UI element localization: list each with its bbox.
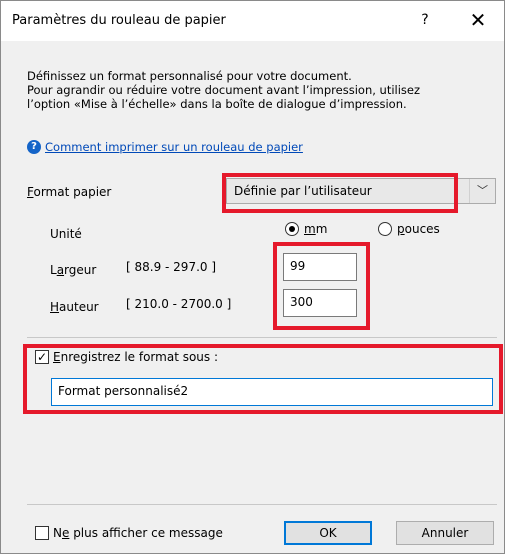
unit-inches-label[interactable]: pouces [397, 222, 440, 236]
width-label: Largeur [50, 263, 97, 277]
check-icon: ✓ [36, 350, 48, 364]
dont-show-again-label[interactable]: Ne plus afficher ce message [53, 526, 223, 540]
width-input[interactable]: 99 [283, 253, 357, 281]
paper-format-label: Format papier [27, 185, 112, 199]
save-format-checkbox[interactable]: ✓ [35, 350, 49, 364]
unit-label: Unité [50, 227, 82, 241]
question-circle-icon: ? [27, 140, 41, 154]
chevron-down-icon[interactable]: ﹀ [469, 179, 495, 203]
close-icon: ✕ [469, 8, 487, 32]
format-name-input[interactable]: Format personnalisé2 [51, 378, 493, 406]
help-link-text[interactable]: Comment imprimer sur un rouleau de papie… [45, 140, 303, 154]
unit-mm-radio[interactable] [285, 222, 299, 236]
separator [27, 337, 497, 338]
dialog-title: Paramètres du rouleau de papier [12, 13, 226, 28]
help-icon: ? [421, 12, 429, 28]
width-range: [ 88.9 - 297.0 ] [126, 260, 217, 274]
unit-mm-label[interactable]: mm [304, 222, 327, 236]
ok-button[interactable]: OK [284, 521, 372, 545]
help-button[interactable]: ? [405, 5, 445, 37]
unit-inches-radio[interactable] [378, 222, 392, 236]
dont-show-again-checkbox[interactable] [35, 526, 49, 540]
height-input[interactable]: 300 [283, 289, 357, 317]
paper-roll-settings-dialog: Paramètres du rouleau de papier ? ✕ Défi… [0, 0, 505, 554]
separator [27, 504, 497, 505]
save-format-label[interactable]: Enregistrez le format sous : [53, 350, 218, 364]
close-button[interactable]: ✕ [458, 5, 498, 37]
height-range: [ 210.0 - 2700.0 ] [126, 297, 232, 311]
description-text: Définissez un format personnalisé pour v… [27, 69, 421, 111]
paper-format-value: Définie par l’utilisateur [234, 184, 372, 198]
help-link[interactable]: ? Comment imprimer sur un rouleau de pap… [27, 139, 303, 155]
height-label: Hauteur [50, 300, 99, 314]
title-bar: Paramètres du rouleau de papier ? ✕ [1, 1, 504, 41]
cancel-button[interactable]: Annuler [396, 521, 494, 545]
paper-format-select[interactable]: Définie par l’utilisateur ﹀ [226, 178, 496, 204]
